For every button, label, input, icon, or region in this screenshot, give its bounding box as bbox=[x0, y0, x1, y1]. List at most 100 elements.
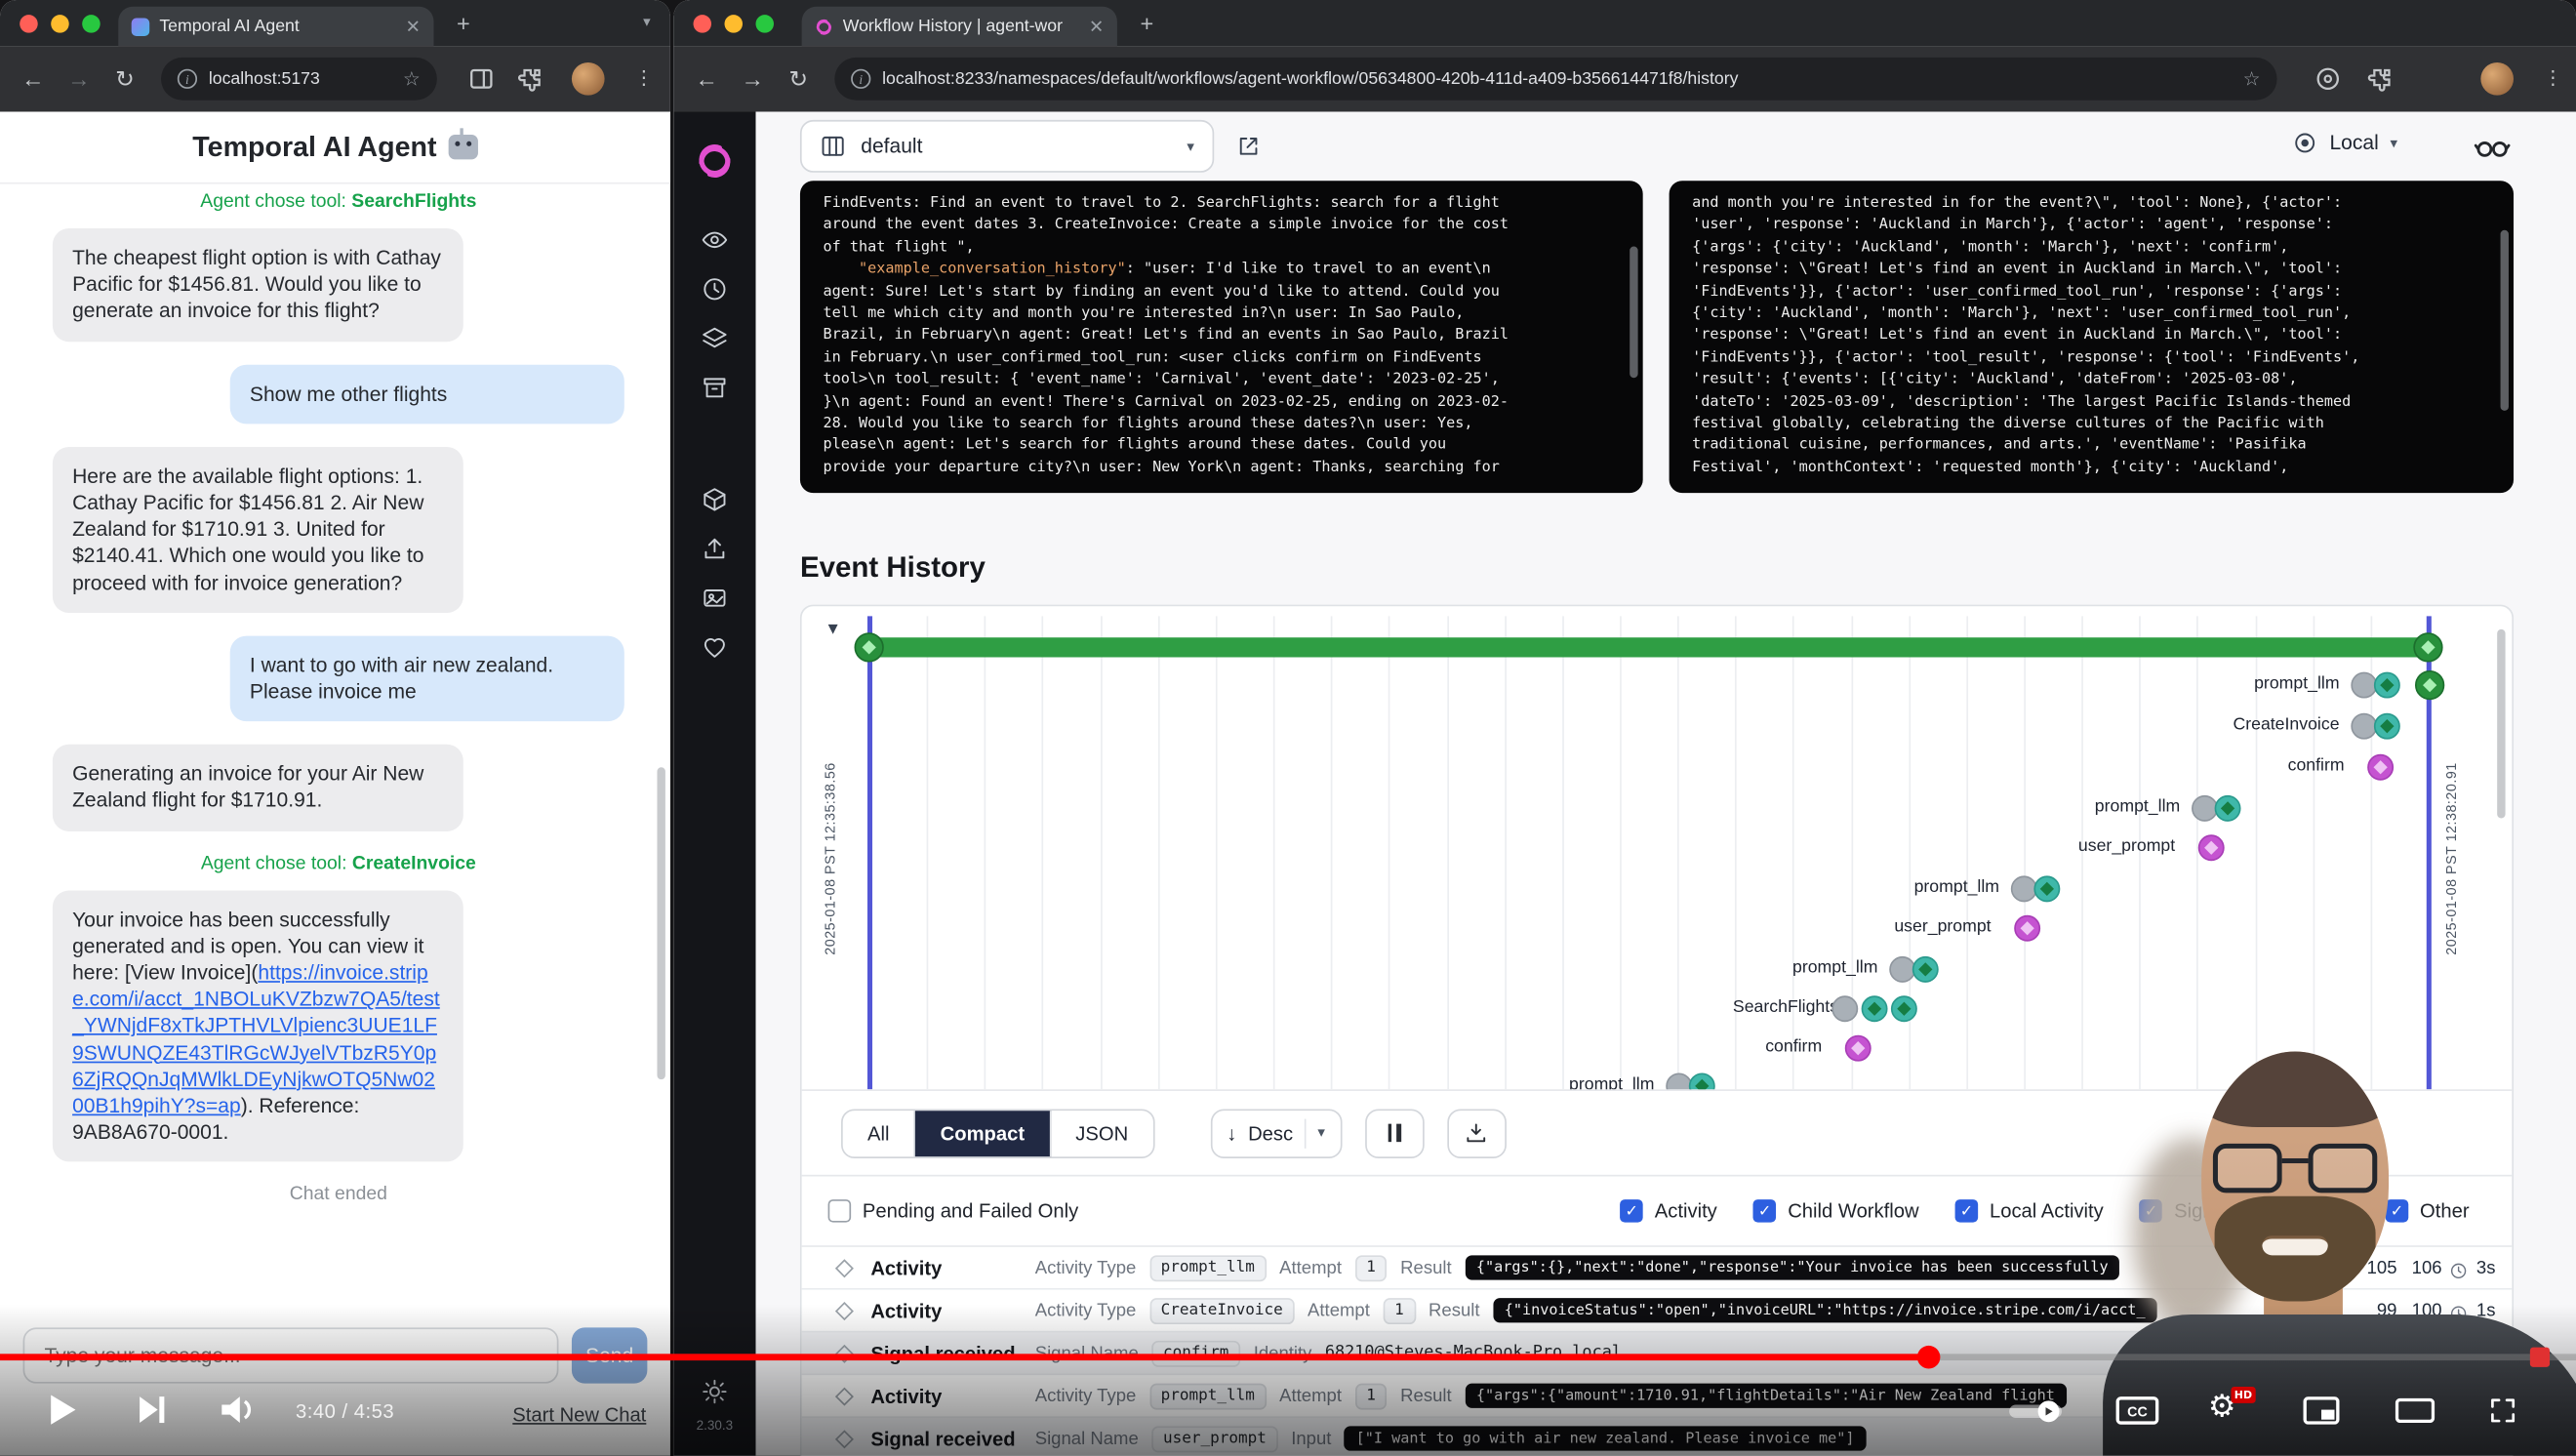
workflow-result-json-panel[interactable]: and month you're interested in for the e… bbox=[1670, 181, 2514, 493]
workflow-input-json-panel[interactable]: FindEvents: Find an event to travel to 2… bbox=[800, 181, 1643, 493]
close-window-button[interactable] bbox=[20, 14, 38, 32]
nav-eye-icon[interactable] bbox=[702, 226, 728, 253]
fullscreen-button[interactable] bbox=[2487, 1395, 2518, 1434]
nav-layers-icon[interactable] bbox=[702, 325, 728, 351]
workflow-complete-dot[interactable] bbox=[2415, 670, 2444, 700]
chat-message-agent: Your invoice has been successfully gener… bbox=[53, 890, 463, 1162]
pause-autorefresh-button[interactable] bbox=[1364, 1109, 1424, 1158]
codec-glasses-icon[interactable] bbox=[2475, 130, 2511, 163]
extensions-puzzle-icon[interactable] bbox=[516, 64, 545, 94]
checkbox-unchecked-icon[interactable] bbox=[828, 1199, 852, 1223]
tab-search-chevron-icon[interactable]: ▾ bbox=[643, 13, 651, 31]
download-history-button[interactable] bbox=[1447, 1109, 1507, 1158]
checkbox-checked-icon[interactable]: ✓ bbox=[1753, 1199, 1777, 1223]
captions-button[interactable]: CC bbox=[2116, 1396, 2159, 1425]
gridline bbox=[1273, 616, 1275, 1089]
gridline bbox=[1446, 616, 1448, 1089]
theater-mode-button[interactable] bbox=[2395, 1398, 2435, 1432]
workflow-start-dot[interactable] bbox=[855, 632, 884, 662]
checkbox-checked-icon[interactable]: ✓ bbox=[1955, 1199, 1979, 1223]
site-info-icon[interactable]: i bbox=[851, 69, 870, 89]
collapse-timeline-chevron-icon[interactable]: ▾ bbox=[828, 616, 838, 639]
zoom-window-button[interactable] bbox=[82, 14, 101, 32]
view-option-json[interactable]: JSON bbox=[1051, 1110, 1152, 1155]
signal-event-dot[interactable] bbox=[2198, 834, 2225, 861]
timeline-scrollbar[interactable] bbox=[2497, 629, 2505, 819]
workflow-end-dot[interactable] bbox=[2413, 632, 2442, 662]
filter-checkbox-local-activity[interactable]: ✓Local Activity bbox=[1955, 1199, 2104, 1223]
address-bar[interactable]: i localhost:5173 ☆ bbox=[161, 58, 437, 101]
reload-button[interactable]: ↻ bbox=[776, 65, 822, 94]
site-info-icon[interactable]: i bbox=[178, 69, 197, 89]
panel-scrollbar[interactable] bbox=[2501, 230, 2509, 411]
activity-event-dot[interactable] bbox=[1891, 995, 1917, 1022]
nav-archive-icon[interactable] bbox=[702, 375, 728, 401]
checkbox-checked-icon[interactable]: ✓ bbox=[1620, 1199, 1643, 1223]
back-button[interactable]: ← bbox=[10, 65, 56, 92]
nav-package-icon[interactable] bbox=[702, 486, 728, 512]
minimize-window-button[interactable] bbox=[724, 14, 743, 32]
activity-event-dot[interactable] bbox=[1831, 995, 1858, 1022]
nav-gallery-icon[interactable] bbox=[702, 585, 728, 611]
activity-event-dot[interactable] bbox=[1862, 995, 1888, 1022]
namespace-select[interactable]: default ▾ bbox=[800, 120, 1214, 173]
forward-button[interactable]: → bbox=[730, 65, 776, 92]
view-option-compact[interactable]: Compact bbox=[915, 1110, 1051, 1155]
side-panel-icon[interactable] bbox=[466, 64, 496, 94]
tab-workflow-history[interactable]: Workflow History | agent-wor ✕ bbox=[802, 7, 1117, 46]
signal-event-dot[interactable] bbox=[1845, 1035, 1872, 1062]
filter-checkbox-pending-and-failed-only[interactable]: Pending and Failed Only bbox=[828, 1199, 1079, 1223]
profile-avatar[interactable] bbox=[2480, 62, 2514, 96]
browser-menu-icon[interactable]: ⋮ bbox=[634, 65, 654, 89]
close-tab-icon[interactable]: ✕ bbox=[1089, 16, 1105, 37]
new-tab-button[interactable]: + bbox=[457, 10, 470, 36]
settings-gear-icon[interactable]: ⚙ HD bbox=[2208, 1389, 2236, 1425]
signal-event-dot[interactable] bbox=[2367, 754, 2394, 781]
close-window-button[interactable] bbox=[694, 14, 712, 32]
next-button[interactable] bbox=[138, 1395, 167, 1433]
address-bar[interactable]: i localhost:8233/namespaces/default/work… bbox=[834, 58, 2276, 101]
signal-event-dot[interactable] bbox=[2014, 915, 2040, 942]
extensions-puzzle-icon[interactable] bbox=[2365, 64, 2395, 94]
nav-heart-icon[interactable] bbox=[702, 634, 728, 661]
forward-button[interactable]: → bbox=[56, 65, 101, 92]
invoice-link[interactable]: https://invoice.stripe.com/i/acct_1NBOLu… bbox=[72, 961, 440, 1117]
event-expand-icon[interactable] bbox=[835, 1258, 854, 1276]
activity-event-dot[interactable] bbox=[1689, 1072, 1715, 1089]
activity-event-dot[interactable] bbox=[1912, 956, 1939, 983]
close-tab-icon[interactable]: ✕ bbox=[405, 16, 421, 37]
minimize-window-button[interactable] bbox=[51, 14, 69, 32]
zoom-window-button[interactable] bbox=[755, 14, 774, 32]
sort-order-dropdown[interactable]: ↓ Desc ▾ bbox=[1210, 1109, 1341, 1158]
video-progress-bar[interactable] bbox=[0, 1354, 2576, 1360]
reload-button[interactable]: ↻ bbox=[101, 65, 147, 94]
workflow-execution-bar[interactable] bbox=[869, 637, 2429, 657]
nav-upload-icon[interactable] bbox=[702, 536, 728, 562]
activity-event-dot[interactable] bbox=[2374, 713, 2400, 740]
activity-event-dot[interactable] bbox=[2215, 795, 2241, 822]
miniplayer-button[interactable] bbox=[2304, 1396, 2340, 1433]
open-external-icon[interactable] bbox=[1235, 133, 1262, 159]
nav-history-icon[interactable] bbox=[702, 276, 728, 303]
password-manager-icon[interactable] bbox=[2314, 64, 2343, 94]
browser-menu-icon[interactable]: ⋮ bbox=[2543, 65, 2562, 89]
chat-scrollbar[interactable] bbox=[657, 767, 664, 1079]
filter-checkbox-child-workflow[interactable]: ✓Child Workflow bbox=[1753, 1199, 1919, 1223]
tab-temporal-ai-agent[interactable]: Temporal AI Agent ✕ bbox=[118, 7, 433, 46]
panel-scrollbar[interactable] bbox=[1630, 247, 1637, 379]
bookmark-star-icon[interactable]: ☆ bbox=[2243, 67, 2261, 91]
play-button[interactable] bbox=[46, 1392, 79, 1436]
cluster-select[interactable]: Local ▾ bbox=[2292, 130, 2397, 156]
new-tab-button[interactable]: + bbox=[1140, 10, 1153, 36]
activity-event-dot[interactable] bbox=[2374, 672, 2400, 699]
view-option-all[interactable]: All bbox=[843, 1110, 916, 1155]
activity-event-dot[interactable] bbox=[2033, 875, 2060, 902]
bookmark-star-icon[interactable]: ☆ bbox=[403, 67, 421, 91]
filter-checkbox-activity[interactable]: ✓Activity bbox=[1620, 1199, 1716, 1223]
autoplay-toggle[interactable] bbox=[2007, 1399, 2063, 1431]
back-button[interactable]: ← bbox=[683, 65, 729, 92]
volume-button[interactable] bbox=[221, 1395, 260, 1433]
profile-avatar[interactable] bbox=[572, 62, 605, 96]
code-line: 'dateTo': '2025-03-09', 'description': '… bbox=[1692, 392, 2490, 415]
temporal-logo-icon[interactable] bbox=[695, 142, 734, 181]
